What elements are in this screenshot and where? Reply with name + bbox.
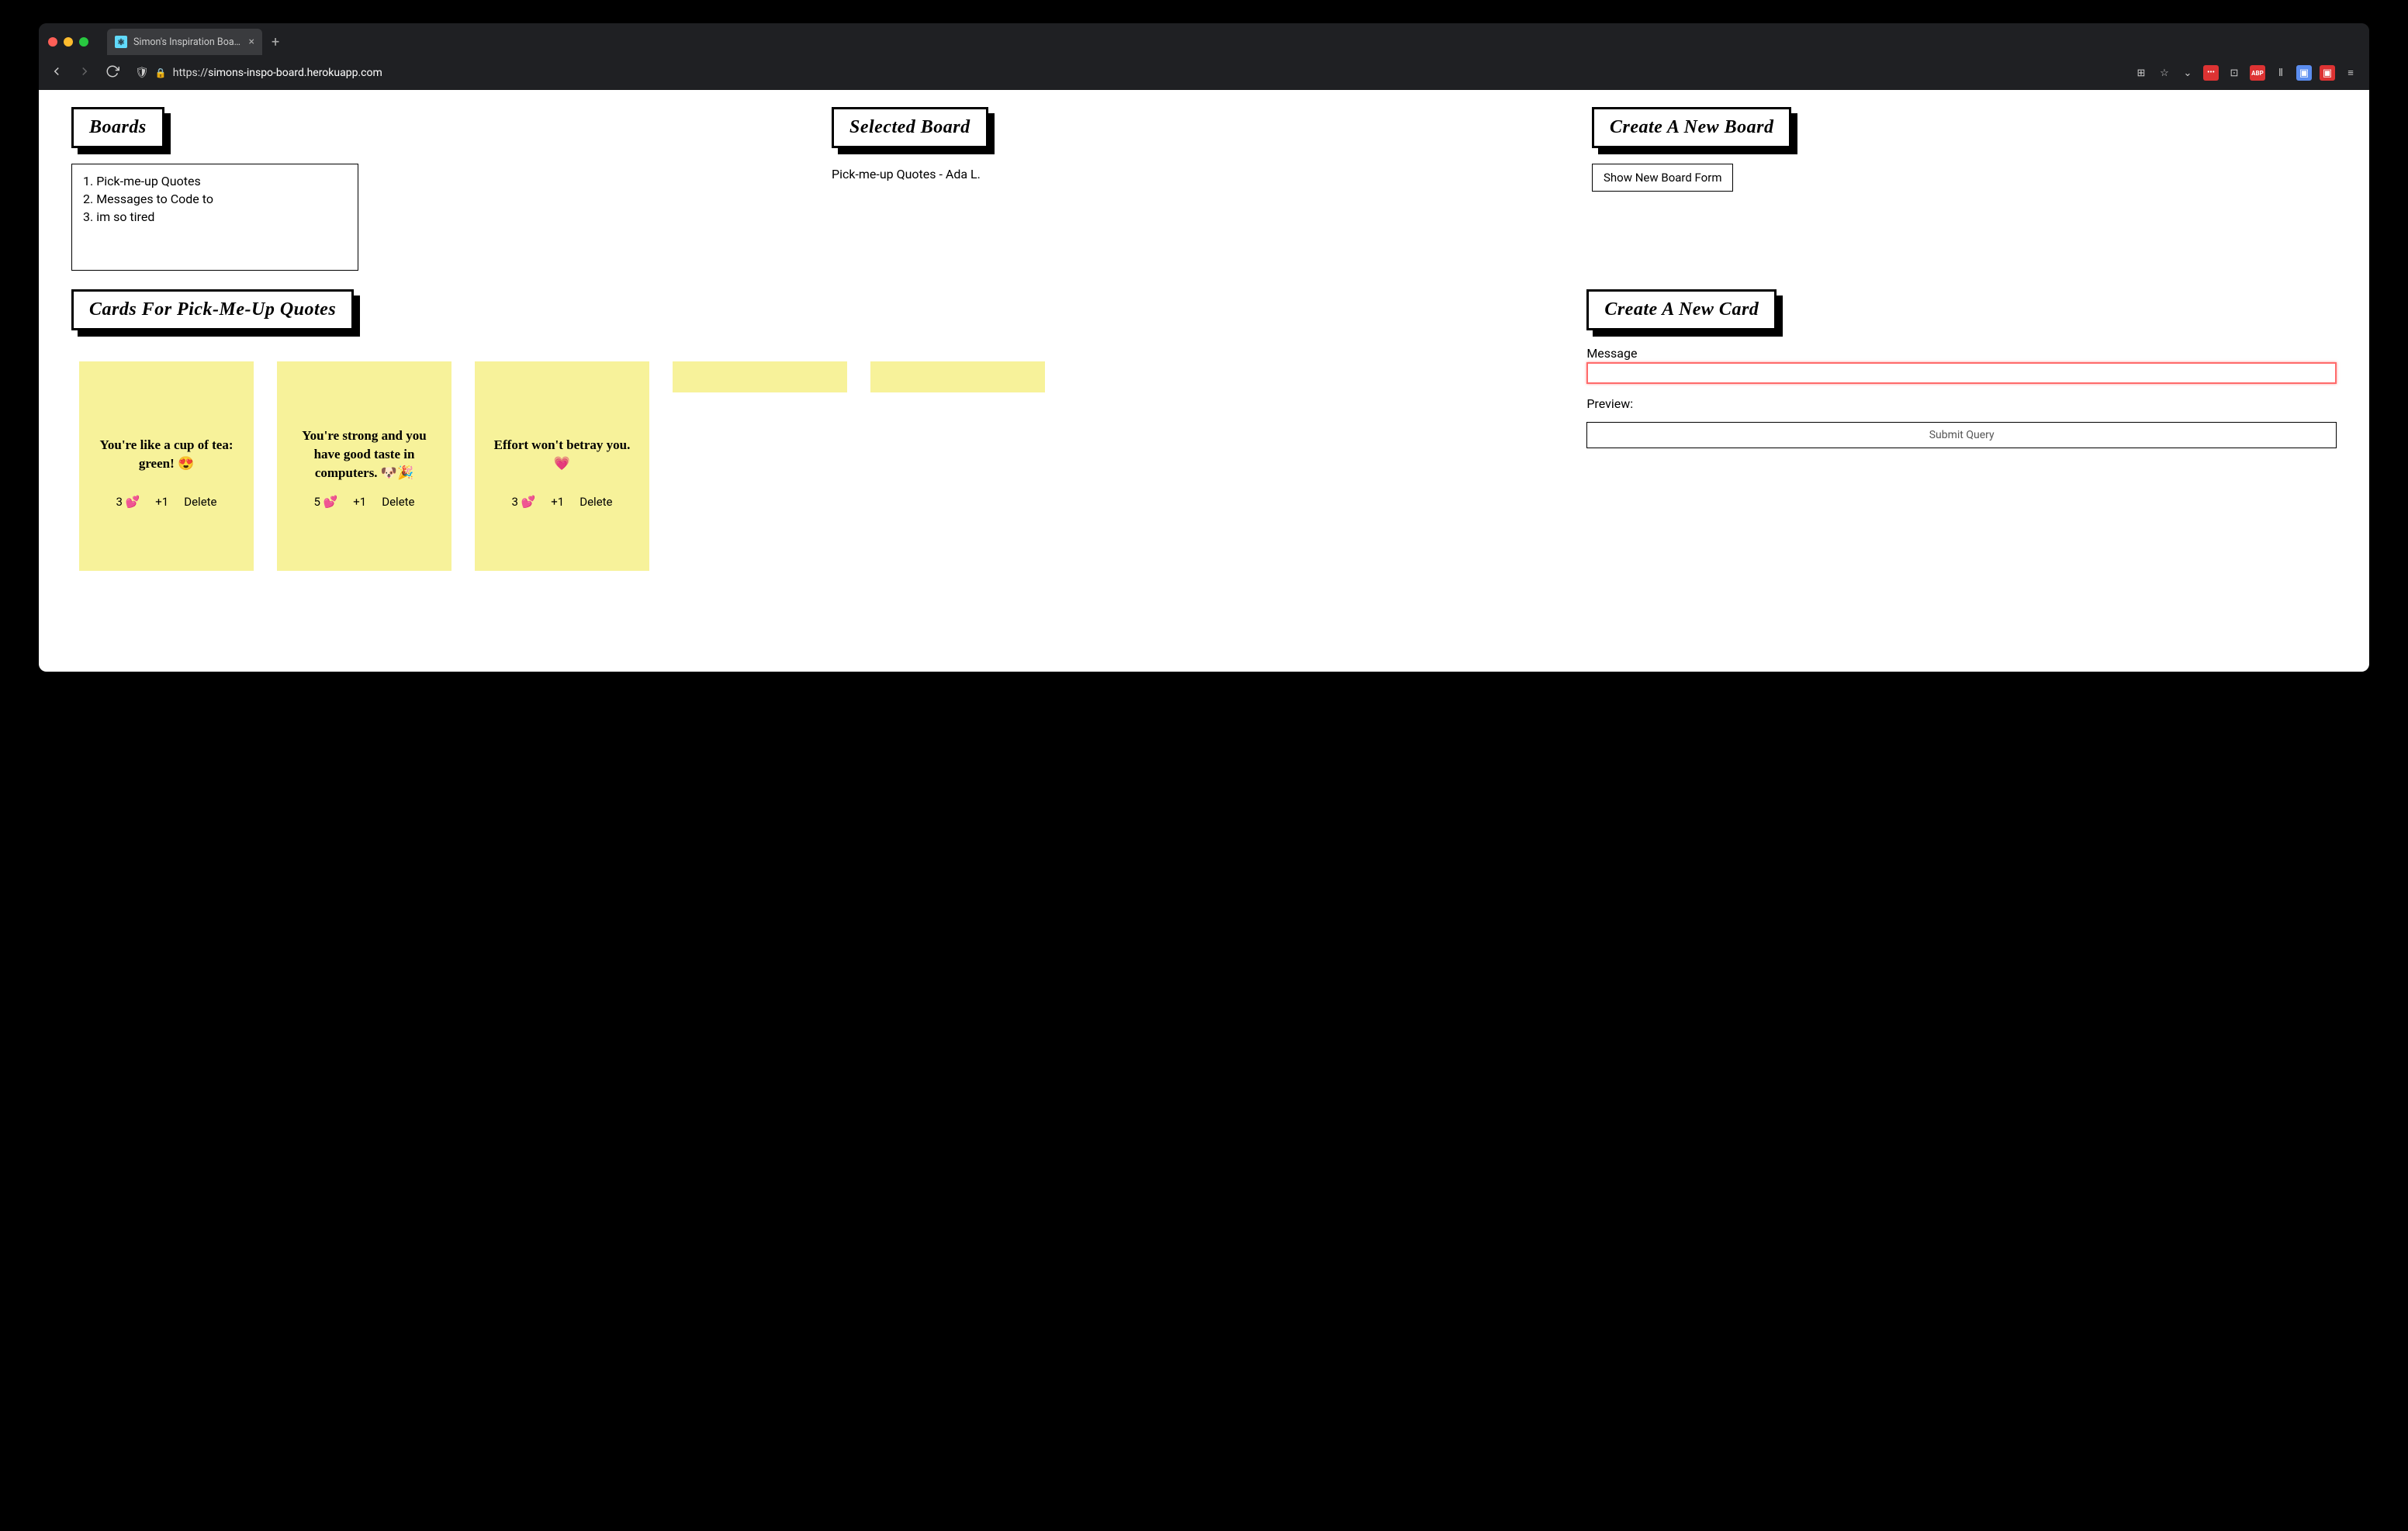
card-likes: 3 💕 bbox=[116, 495, 140, 509]
boards-section: Boards Pick-me-up Quotes Messages to Cod… bbox=[71, 107, 816, 271]
card: You're strong and you have good taste in… bbox=[277, 361, 452, 571]
tab-title: Simon's Inspiration Board bbox=[133, 36, 243, 48]
browser-window: ⚛ Simon's Inspiration Board × + 🛡 🔒 http… bbox=[39, 23, 2369, 672]
window-controls bbox=[48, 37, 88, 47]
message-input[interactable] bbox=[1586, 362, 2337, 384]
card: Effort won't betray you. 💗 3 💕 +1 Delete bbox=[475, 361, 649, 571]
lock-icon: 🔒 bbox=[155, 67, 167, 78]
card bbox=[673, 361, 847, 392]
card-likes: 5 💕 bbox=[313, 495, 337, 509]
submit-query-button[interactable]: Submit Query bbox=[1586, 422, 2337, 448]
apps-icon[interactable]: ⊞ bbox=[2133, 65, 2149, 81]
delete-button[interactable]: Delete bbox=[580, 495, 612, 509]
selected-board-text: Pick-me-up Quotes - Ada L. bbox=[832, 164, 1576, 181]
selected-board-heading: Selected Board bbox=[832, 107, 988, 148]
toolbar-extensions: ⊞ ☆ ⌄ ••• ⊡ ABP ⦀ ▣ ▣ ≡ bbox=[2133, 65, 2358, 81]
browser-toolbar: 🛡 🔒 https://simons-inspo-board.herokuapp… bbox=[39, 56, 2369, 90]
browser-tab[interactable]: ⚛ Simon's Inspiration Board × bbox=[107, 29, 262, 55]
menu-icon[interactable]: ≡ bbox=[2343, 65, 2358, 81]
new-tab-button[interactable]: + bbox=[272, 34, 279, 50]
back-button[interactable] bbox=[50, 64, 64, 81]
close-window-button[interactable] bbox=[48, 37, 57, 47]
url-bar[interactable]: 🛡 🔒 https://simons-inspo-board.herokuapp… bbox=[132, 67, 2121, 79]
adblock-icon[interactable]: ABP bbox=[2250, 65, 2265, 81]
create-board-heading: Create a New Board bbox=[1592, 107, 1791, 148]
cards-heading: Cards for Pick-me-up Quotes bbox=[71, 289, 354, 330]
boards-heading: Boards bbox=[71, 107, 164, 148]
close-tab-icon[interactable]: × bbox=[249, 36, 254, 48]
card-likes: 3 💕 bbox=[511, 495, 535, 509]
cards-container: You're like a cup of tea: green! 😍 3 💕 +… bbox=[71, 346, 1571, 586]
boards-list: Pick-me-up Quotes Messages to Code to im… bbox=[71, 164, 358, 271]
plus-one-button[interactable]: +1 bbox=[353, 495, 366, 509]
url-protocol: https:// bbox=[173, 67, 208, 79]
forward-button[interactable] bbox=[78, 64, 92, 81]
url-domain: simons-inspo-board.herokuapp.com bbox=[208, 67, 382, 79]
create-board-section: Create a New Board Show New Board Form bbox=[1592, 107, 2337, 271]
board-item[interactable]: Messages to Code to bbox=[83, 190, 347, 208]
message-label: Message bbox=[1586, 346, 2337, 361]
maximize-window-button[interactable] bbox=[79, 37, 88, 47]
star-icon[interactable]: ☆ bbox=[2157, 65, 2172, 81]
board-item[interactable]: Pick-me-up Quotes bbox=[83, 172, 347, 190]
reload-button[interactable] bbox=[106, 64, 119, 81]
tab-bar: ⚛ Simon's Inspiration Board × + bbox=[39, 23, 2369, 56]
extension-icon[interactable]: ⦀ bbox=[2273, 65, 2289, 81]
card-message: You're strong and you have good taste in… bbox=[292, 427, 436, 482]
minimize-window-button[interactable] bbox=[64, 37, 73, 47]
pocket-icon[interactable]: ⌄ bbox=[2180, 65, 2195, 81]
card-message: Effort won't betray you. 💗 bbox=[490, 436, 634, 473]
extension-icon[interactable]: ⊡ bbox=[2226, 65, 2242, 81]
extension-icon[interactable]: ▣ bbox=[2320, 65, 2335, 81]
page-content: Boards Pick-me-up Quotes Messages to Cod… bbox=[39, 90, 2369, 672]
react-favicon-icon: ⚛ bbox=[115, 36, 127, 48]
card: You're like a cup of tea: green! 😍 3 💕 +… bbox=[79, 361, 254, 571]
card-message: You're like a cup of tea: green! 😍 bbox=[95, 436, 238, 473]
shield-icon: 🛡 bbox=[135, 67, 149, 79]
extension-icon[interactable]: ••• bbox=[2203, 65, 2219, 81]
cards-section: Cards for Pick-me-up Quotes You're like … bbox=[71, 289, 1571, 586]
plus-one-button[interactable]: +1 bbox=[551, 495, 564, 509]
selected-board-section: Selected Board Pick-me-up Quotes - Ada L… bbox=[832, 107, 1576, 271]
plus-one-button[interactable]: +1 bbox=[155, 495, 168, 509]
show-new-board-form-button[interactable]: Show New Board Form bbox=[1592, 164, 1733, 192]
create-card-heading: Create a New Card bbox=[1586, 289, 1777, 330]
card bbox=[870, 361, 1045, 392]
delete-button[interactable]: Delete bbox=[382, 495, 414, 509]
delete-button[interactable]: Delete bbox=[184, 495, 216, 509]
preview-label: Preview: bbox=[1586, 396, 2337, 411]
extension-icon[interactable]: ▣ bbox=[2296, 65, 2312, 81]
board-item[interactable]: im so tired bbox=[83, 208, 347, 226]
create-card-section: Create a New Card Message Preview: Submi… bbox=[1586, 289, 2337, 586]
